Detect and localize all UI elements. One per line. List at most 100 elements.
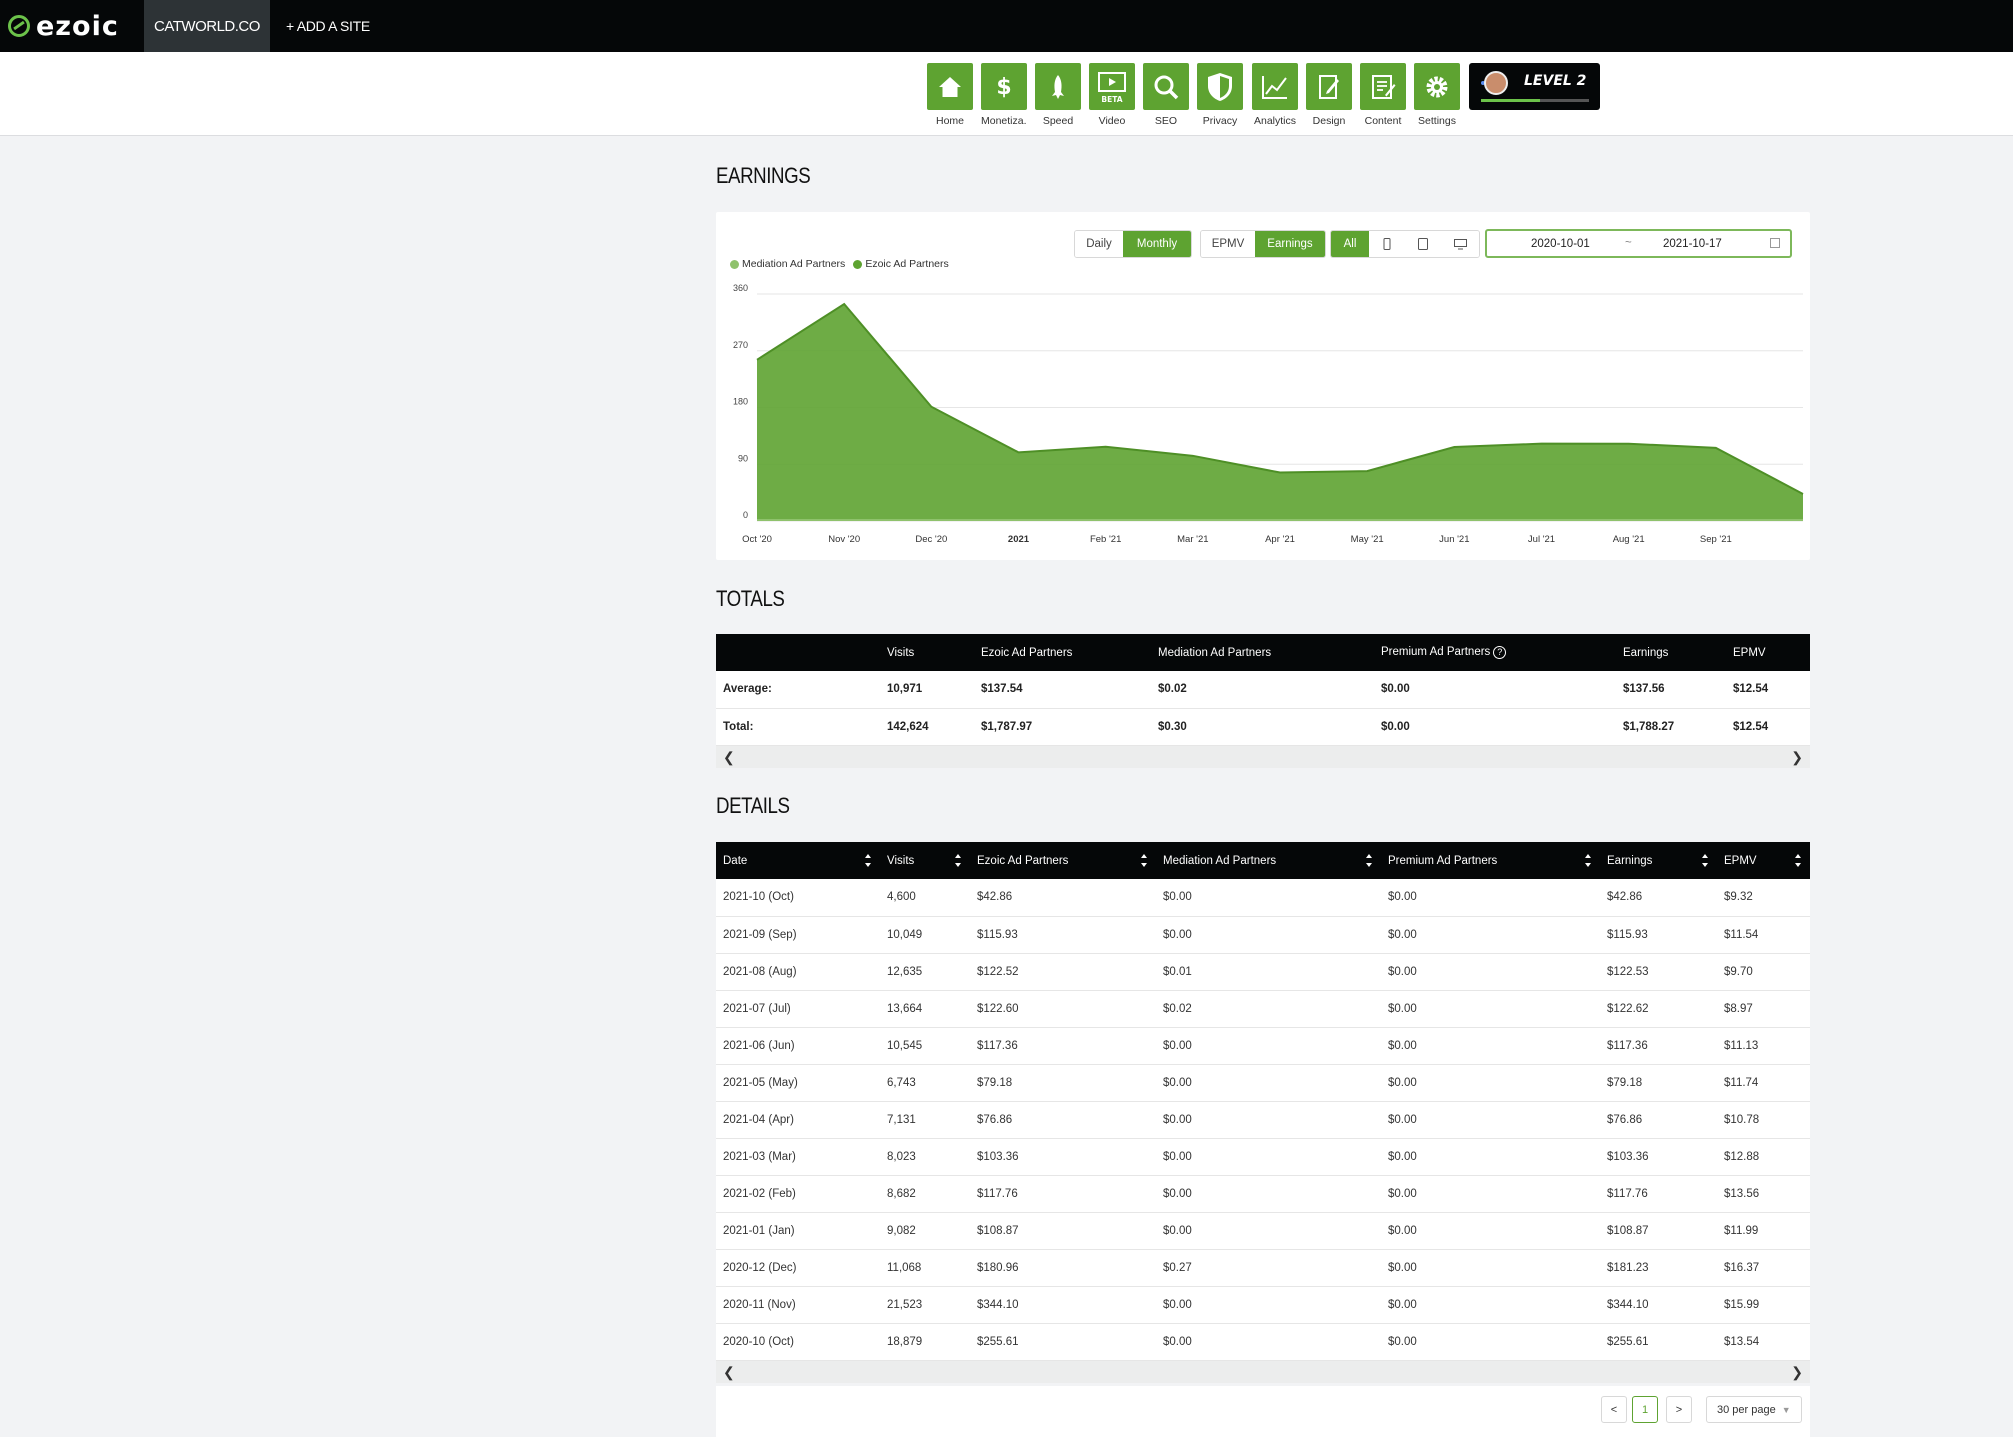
totals-header-earnings: Earnings [1616,634,1726,671]
table-cell: $103.36 [1600,1138,1717,1176]
nav-content-button[interactable] [1360,63,1406,110]
totals-scrollbar[interactable]: ❮ ❯ [716,745,1810,768]
table-cell: $117.76 [970,1175,1156,1213]
sort-icon[interactable] [954,853,962,868]
table-row: 2021-05 (May) 6,743 $79.18 $0.00 $0.00 $79.18… [716,1064,1810,1102]
table-cell: $117.36 [970,1027,1156,1065]
totals-header-label [716,634,880,671]
table-cell: $0.00 [1156,1138,1381,1176]
nav-video[interactable]: BETA Video [1089,63,1135,127]
help-icon[interactable]: ? [1493,646,1507,659]
details-header-label: Mediation Ad Partners [1163,854,1277,867]
nav-design-button[interactable] [1306,63,1352,110]
table-cell: $11.74 [1717,1064,1810,1102]
table-cell: $11.13 [1717,1027,1810,1065]
table-cell: $122.62 [1600,990,1717,1028]
nav-home[interactable]: Home [927,63,973,127]
prev-page-button[interactable]: < [1601,1396,1627,1423]
table-cell: 2021-09 (Sep) [716,916,880,954]
nav-privacy-button[interactable] [1197,63,1243,110]
nav-monetization-button[interactable]: $ [981,63,1027,110]
nav-settings[interactable]: Settings [1414,63,1460,127]
nav-speed-button[interactable] [1035,63,1081,110]
details-header-cell[interactable]: Visits [880,842,970,879]
next-page-button[interactable]: > [1666,1396,1692,1423]
earnings-area-chart: 0 90 180 270 360 Oct '20 Nov '20 Dec '20 2021 Feb… [733,283,1804,545]
table-cell: 6,743 [880,1064,970,1102]
table-cell: $180.96 [970,1249,1156,1287]
table-cell: $122.60 [970,990,1156,1028]
rocket-icon [1052,74,1064,99]
details-header-cell[interactable]: Premium Ad Partners [1381,842,1600,879]
y-tick-label: 180 [733,397,748,407]
sort-icon[interactable] [1794,853,1802,868]
details-header-cell[interactable]: Earnings [1600,842,1717,879]
table-cell: 9,082 [880,1212,970,1250]
table-cell: $255.61 [1600,1323,1717,1361]
table-cell: 2021-05 (May) [716,1064,880,1102]
site-tab-catworld[interactable]: CATWORLD.CO [144,0,270,52]
details-scrollbar[interactable]: ❮ ❯ [716,1360,1810,1383]
totals-cell: 142,624 [880,708,974,746]
nav-seo[interactable]: SEO [1143,63,1189,127]
sort-icon[interactable] [1140,853,1148,868]
sort-icon[interactable] [1701,853,1709,868]
nav-home-button[interactable] [927,63,973,110]
table-cell: $0.00 [1381,1027,1600,1065]
nav-analytics-button[interactable] [1252,63,1298,110]
content-icon [1372,74,1396,99]
details-header-cell[interactable]: Ezoic Ad Partners [970,842,1156,879]
scroll-left-icon[interactable]: ❮ [723,749,735,766]
scroll-left-icon[interactable]: ❮ [723,1364,735,1381]
totals-cell: $137.54 [974,671,1151,709]
nav-home-label: Home [935,115,964,127]
details-header-cell[interactable]: Date [716,842,880,879]
per-page-select[interactable]: 30 per page ▼ [1706,1396,1802,1423]
scroll-right-icon[interactable]: ❯ [1791,749,1803,766]
x-tick-label: Apr '21 [1265,534,1295,545]
nav-content[interactable]: Content [1360,63,1406,127]
ezoic-logo[interactable]: ezoic [8,11,119,42]
details-header-cell[interactable]: Mediation Ad Partners [1156,842,1381,879]
details-title: DETAILS [716,793,790,818]
nav-design[interactable]: Design [1306,63,1352,127]
table-row: 2020-11 (Nov) 21,523 $344.10 $0.00 $0.00 $344… [716,1286,1810,1324]
details-header-label: EPMV [1724,854,1757,867]
totals-header-premium: Premium Ad Partners? [1374,634,1616,671]
table-cell: $79.18 [1600,1064,1717,1102]
table-cell: $0.27 [1156,1249,1381,1287]
sort-icon[interactable] [864,853,872,868]
table-row: 2021-08 (Aug) 12,635 $122.52 $0.01 $0.00 $122… [716,953,1810,991]
nav-privacy[interactable]: Privacy [1197,63,1243,127]
sort-icon[interactable] [1584,853,1592,868]
details-header-label: Visits [887,854,915,867]
chevron-down-icon: ▼ [1781,1404,1791,1415]
level-badge[interactable]: LEVEL 2 [1469,63,1600,110]
earnings-chart-card: Daily Monthly EPMV Earnings All 2020-10-… [716,212,1810,560]
add-site-link[interactable]: + ADD A SITE [286,0,370,52]
nav-settings-button[interactable] [1414,63,1460,110]
nav-seo-button[interactable] [1143,63,1189,110]
totals-row: Average: 10,971 $137.54 $0.02 $0.00 $137.56 $1… [716,671,1810,709]
table-cell: 8,023 [880,1138,970,1176]
nav-monetization[interactable]: $ Monetiza... [981,63,1027,127]
scroll-right-icon[interactable]: ❯ [1791,1364,1803,1381]
table-cell: $0.00 [1156,1323,1381,1361]
details-header-cell[interactable]: EPMV [1717,842,1810,879]
sort-icon[interactable] [1365,853,1373,868]
table-cell: 4,600 [880,879,970,917]
shield-icon [1208,72,1232,101]
nav-speed[interactable]: Speed [1035,63,1081,127]
table-row: 2020-12 (Dec) 11,068 $180.96 $0.27 $0.00 $181… [716,1249,1810,1287]
nav-video-button[interactable]: BETA [1089,63,1135,110]
table-cell: 2021-01 (Jan) [716,1212,880,1250]
totals-header-epmv: EPMV [1726,634,1810,671]
table-cell: 10,049 [880,916,970,954]
table-row: 2021-02 (Feb) 8,682 $117.76 $0.00 $0.00 $117.… [716,1175,1810,1213]
table-cell: $103.36 [970,1138,1156,1176]
details-header-label: Earnings [1607,854,1653,867]
details-header-label: Date [723,854,748,867]
page-1-button[interactable]: 1 [1632,1396,1658,1423]
table-cell: $9.32 [1717,879,1810,917]
nav-analytics[interactable]: Analytics [1252,63,1298,127]
